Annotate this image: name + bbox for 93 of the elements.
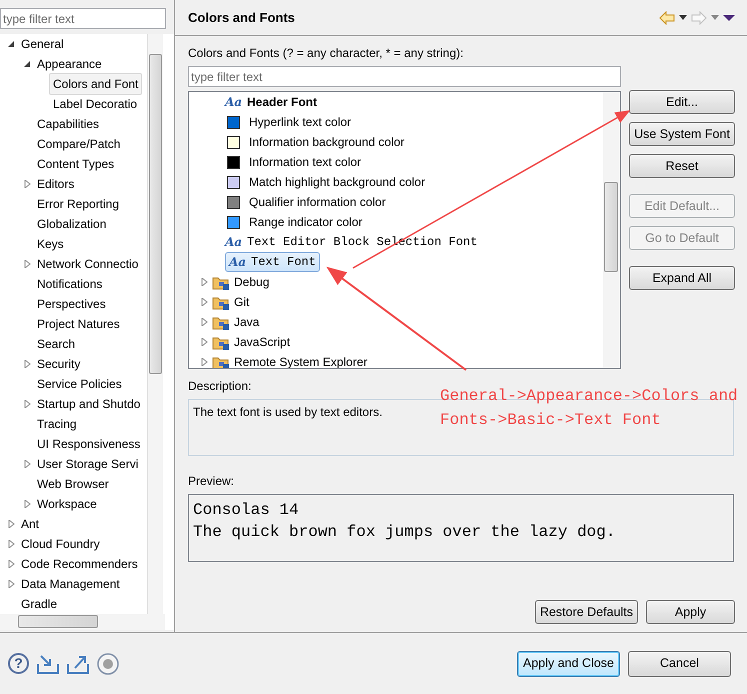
page-title: Colors and Fonts [188,8,295,27]
button[interactable]: Use System Font [629,122,735,146]
font-icon: Aa [225,93,243,111]
filter-label: Colors and Fonts (? = any character, * = any string): [188,45,464,62]
import-icon[interactable] [37,654,59,674]
list-item[interactable]: Git [234,293,250,311]
tree-item[interactable]: Startup and Shutdo [33,393,144,415]
filter-field[interactable]: type filter text [188,66,621,87]
tree-item[interactable]: Search [33,333,80,355]
tree-item[interactable]: Error Reporting [33,193,124,215]
list-item[interactable]: Aa Text Font [225,252,320,272]
expand-icon[interactable] [8,540,14,548]
tree-item[interactable]: UI Responsiveness [33,433,144,455]
tree-item[interactable]: Network Connectio [33,253,142,275]
expand-icon[interactable] [201,298,208,306]
tree-item[interactable]: Editors [33,173,78,195]
tree-item[interactable]: General [17,34,68,55]
preview-text: Consolas 14 [193,500,300,521]
expand-icon[interactable] [201,278,208,286]
tree-item[interactable]: Notifications [33,273,106,295]
button[interactable]: Apply and Close [517,650,620,676]
tree-item[interactable]: Workspace [33,493,101,515]
tree-item[interactable]: Service Policies [33,373,126,395]
tree-item[interactable]: Keys [33,233,68,255]
list-item[interactable]: Qualifier information color [249,193,386,211]
expand-icon[interactable] [24,500,30,508]
button[interactable]: Apply [646,600,735,624]
list-item[interactable]: Java [234,313,260,331]
preview-text: The quick brown fox jumps over the lazy dog. [193,522,616,543]
list-item[interactable]: Hyperlink text color [249,113,352,131]
tree-item[interactable]: Perspectives [33,293,110,315]
help-icon[interactable]: ? [8,653,29,674]
expand-icon[interactable] [24,360,30,368]
expand-icon[interactable] [24,260,30,268]
folder-icon [212,334,230,350]
record-icon[interactable] [97,652,119,674]
list-item[interactable]: Information text color [249,153,362,171]
caret-icon[interactable] [679,15,687,20]
expand-icon[interactable] [201,358,208,366]
tree-item[interactable]: Tracing [33,413,81,435]
expand-icon[interactable] [201,338,208,346]
scrollbar[interactable] [147,34,163,614]
expand-icon[interactable] [8,560,14,568]
tree-item[interactable]: Cloud Foundry [17,533,104,555]
section-label: Preview: [188,473,234,490]
button[interactable]: Reset [629,154,735,178]
scrollbar[interactable] [603,92,620,368]
tree-item[interactable]: Code Recommenders [17,553,142,575]
collapse-icon[interactable] [24,60,30,68]
tree-item[interactable]: Label Decoratio [49,93,142,115]
description-text: The text font is used by text editors. [193,405,382,419]
tree-item[interactable]: Colors and Font [49,73,142,95]
list-item[interactable]: Aa Header Font [225,93,318,111]
export-icon[interactable] [67,654,89,674]
list-item[interactable]: Match highlight background color [249,173,426,191]
list-item[interactable]: Range indicator color [249,213,362,231]
tree-item[interactable]: Capabilities [33,113,104,135]
collapse-icon[interactable] [8,40,14,48]
list-item[interactable]: Information background color [249,133,404,151]
font-icon: Aa [225,233,243,251]
folder-icon [212,354,230,368]
list-item[interactable]: JavaScript [234,333,290,351]
menu-icon[interactable] [723,14,735,20]
expand-icon[interactable] [201,318,208,326]
folder-icon [212,314,230,330]
tree-item[interactable]: Compare/Patch [33,133,124,155]
expand-icon[interactable] [8,520,14,528]
expand-icon[interactable] [24,180,30,188]
expand-icon[interactable] [8,580,14,588]
tree-item[interactable]: Project Natures [33,313,124,335]
tree-item[interactable]: Data Management [17,573,124,595]
tree-item[interactable]: User Storage Servi [33,453,142,475]
list-item[interactable]: Debug [234,273,270,291]
expand-icon[interactable] [24,460,30,468]
folder-icon [212,274,230,290]
tree-item[interactable]: Gradle [17,593,62,614]
filter-field[interactable]: type filter text [0,8,166,29]
tree-item[interactable]: Content Types [33,153,118,175]
scrollbar[interactable] [0,614,165,630]
button[interactable]: Restore Defaults [535,600,638,624]
tree-item[interactable]: Web Browser [33,473,113,495]
annotation-text: General->Appearance->Colors and Fonts->Basic->Text Font [440,386,739,431]
folder-icon [212,294,230,310]
section-label: Description: [188,378,252,395]
button[interactable]: Edit... [629,90,735,114]
button[interactable]: Cancel [628,650,731,676]
tree-item[interactable]: Appearance [33,53,106,75]
font-icon: Aa [229,253,247,271]
button[interactable]: Expand All [629,266,735,290]
tree-item[interactable]: Ant [17,513,44,535]
tree-item[interactable]: Security [33,353,84,375]
tree-item[interactable]: Globalization [33,213,110,235]
expand-icon[interactable] [24,400,30,408]
